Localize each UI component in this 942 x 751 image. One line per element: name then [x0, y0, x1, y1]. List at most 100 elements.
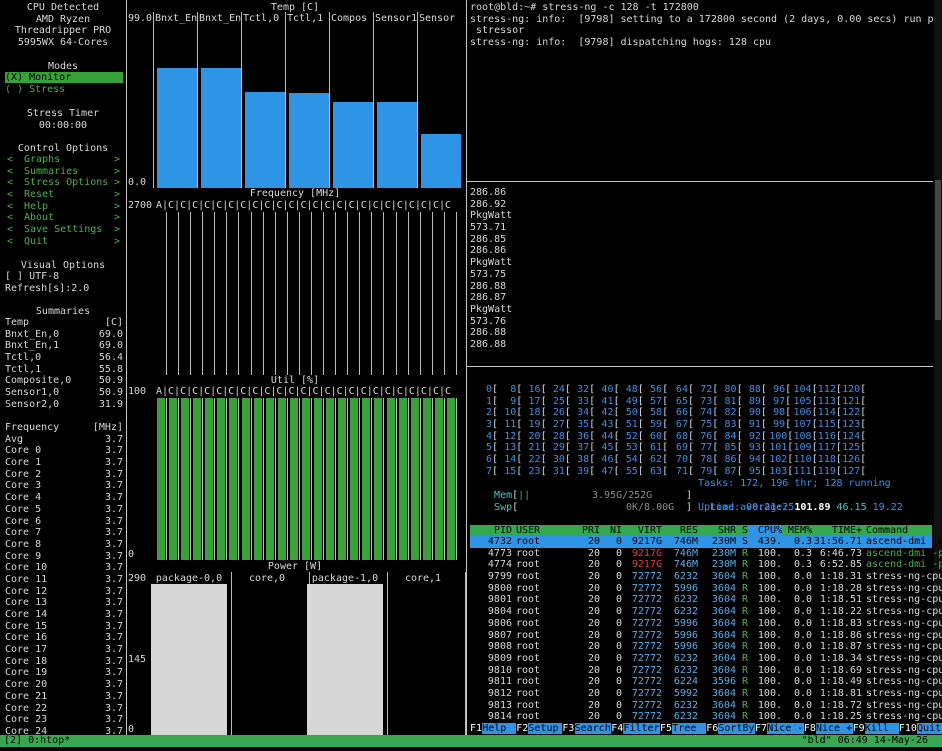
cpu-meter: 90[ [745, 407, 767, 419]
fkey-label[interactable]: Nice - [767, 723, 804, 734]
fkey-label[interactable]: SortBy [718, 723, 755, 734]
process-row[interactable]: 9804 root 20 0 72772 6232 3604 R 100. 0.0 1:18.22 s… [470, 606, 942, 618]
cpu-meter-number: 16 [528, 384, 541, 395]
cpu-meter-number: 62 [650, 454, 663, 466]
fkey-f3[interactable]: F3 [562, 723, 575, 734]
control-option-graphs[interactable]: < Graphs > [5, 154, 120, 166]
fkey-f8[interactable]: F8 [803, 723, 816, 734]
process-row[interactable]: 4773 root 20 0 9217G 746M 230M R 100. 0.3 6:46.73 a… [470, 548, 942, 560]
cpu-meter: 110[ [794, 454, 818, 466]
header-col-9[interactable]: MEM% [782, 525, 812, 537]
fkey-f1[interactable]: F1 [470, 723, 483, 734]
fkey-f7[interactable]: F7 [755, 723, 768, 734]
proc-col-7: R [741, 594, 748, 606]
utf8-checkbox[interactable]: [ ] UTF-8 [5, 271, 59, 282]
process-row[interactable]: 9800 root 20 0 72772 5996 3604 R 100. 0.0 1:18.28 s… [470, 582, 942, 595]
fkey-label[interactable]: Nice + [816, 723, 853, 734]
cpu-meter: 48[ [622, 384, 644, 396]
cpu-meter-number: 26 [552, 407, 565, 419]
control-option-help[interactable]: < Help > [5, 201, 120, 213]
header-col-3[interactable]: NI [600, 525, 622, 537]
fkey-label[interactable]: Help [482, 723, 517, 734]
control-option-reset[interactable]: < Reset > [5, 189, 120, 201]
proc-col-8: 100. [757, 641, 782, 653]
fkey-f5[interactable]: F5 [660, 723, 673, 734]
freq-col-divider [323, 212, 324, 375]
header-col-11[interactable]: Command [866, 525, 942, 537]
header-col-6[interactable]: SHR [698, 525, 736, 537]
power-log[interactable]: 286.86 286.92 PkgWatt 573.71 286.85 286.86 Pkg… [470, 187, 670, 351]
cpu-meter: 70[ [672, 454, 694, 466]
process-row[interactable]: 4732 root 20 0 9217G 746M 230M S 439. 0.3 31:56.71… [470, 536, 942, 548]
cpu-meter-bracket: [ [589, 395, 596, 407]
process-row[interactable]: 9808 root 20 0 72772 5996 3604 R 100. 0.0 1:18.87 s… [470, 641, 942, 653]
header-col-5[interactable]: RES [662, 525, 698, 537]
proc-col-1: root [516, 699, 541, 711]
cpu-meter: 85[ [721, 442, 743, 454]
process-row[interactable]: 9812 root 20 0 72772 5992 3604 R 100. 0.0 1:18.81 s… [470, 687, 942, 700]
process-row[interactable]: 9810 root 20 0 72772 6232 3604 R 100. 0.0 1:18.69 s… [470, 665, 942, 677]
fkey-label[interactable]: Tree [672, 723, 707, 734]
terminal-output[interactable]: root@bld:~# stress-ng -c 128 -t 172800st… [470, 2, 942, 49]
control-option-summaries[interactable]: < Summaries > [5, 166, 120, 178]
cpu-meter-number: 40 [601, 384, 614, 395]
header-col-0[interactable]: PID [470, 525, 512, 537]
fkey-label[interactable]: Quit [917, 723, 942, 734]
header-col-2[interactable]: PRI [562, 525, 600, 537]
control-option-about[interactable]: < About > [5, 212, 120, 224]
graphs-panel: Temp [C] 99.0 0.0 Bnxt_En Bnxt_En Tctl,0 Tc… [127, 0, 466, 735]
process-row[interactable]: 4774 root 20 0 9217G 746M 230M R 100. 0.3 6:52.85 a… [470, 559, 942, 571]
proc-col-10: 1:18.81 [819, 687, 862, 699]
fkey-f9[interactable]: F9 [852, 723, 865, 734]
fkey-f6[interactable]: F6 [706, 723, 719, 734]
cpu-meter: 6[ [476, 454, 498, 466]
cpu-meter-number: 87 [724, 465, 737, 477]
proc-col-4: 72772 [631, 606, 662, 618]
header-col-8[interactable]: CPU% [748, 525, 782, 537]
header-col-7[interactable]: S [736, 525, 748, 537]
fkey-label[interactable]: Setup [528, 723, 563, 734]
tmux-window-list[interactable]: [2] 0:htop* [4, 735, 70, 747]
fkey-label[interactable]: Filter [623, 723, 660, 734]
cpu-meter-number: 80 [724, 384, 737, 395]
mode-stress[interactable]: ( ) Stress [5, 84, 65, 95]
header-col-1[interactable]: USER [516, 525, 562, 537]
process-table-header[interactable]: PID USER PRI NI VIRT RES SHR S CPU% MEM% TIME+ Comm… [470, 525, 932, 537]
proc-col-11: stress-ng-cpu [866, 699, 942, 711]
process-row[interactable]: 9813 root 20 0 72772 6232 3604 R 100. 0.0 1:18.72 s… [470, 699, 942, 712]
cpu-meter-number: 17 [528, 395, 541, 407]
fkey-f2[interactable]: F2 [516, 723, 529, 734]
process-row[interactable]: 9801 root 20 0 72772 6232 3604 R 100. 0.0 1:18.51 s… [470, 594, 942, 606]
refresh-setting[interactable]: Refresh[s]:2.0 [5, 283, 89, 294]
fkey-f4[interactable]: F4 [611, 723, 624, 734]
scrollbar-thumb[interactable] [935, 180, 941, 320]
cpu-meter: 29[ [549, 442, 571, 454]
process-row[interactable]: 9799 root 20 0 72772 6232 3604 R 100. 0.0 1:18.31 s… [470, 571, 942, 583]
freq-summary-row-value: 3.7 [104, 503, 123, 515]
freq-summary-row-value: 3.7 [104, 445, 123, 457]
cpu-meter-number: 127 [842, 465, 861, 477]
header-col-4[interactable]: VIRT [622, 525, 662, 537]
cpu-meter: 126[ [842, 454, 866, 466]
cpu-meter-number: 97 [773, 395, 786, 407]
process-row[interactable]: 9811 root 20 0 72772 6224 3596 R 100. 0.0 1:18.49 s… [470, 676, 942, 688]
process-row[interactable]: 9814 root 20 0 72772 6232 3604 R 100. 0.0 1:18.25 s… [470, 711, 942, 723]
cpu-meter-bracket: [ [687, 454, 694, 466]
cpu-meter-bracket: [ [540, 384, 547, 395]
cpu-meter-number: 72 [700, 384, 713, 395]
control-option-stress-options[interactable]: < Stress Options > [5, 177, 120, 189]
fkey-label[interactable]: Search [574, 723, 612, 734]
cpu-meter-bracket: [ [540, 465, 547, 477]
control-option-save-settings[interactable]: < Save Settings > [5, 224, 120, 236]
process-row[interactable]: 9806 root 20 0 72772 5996 3604 R 100. 0.0 1:18.83 s… [470, 618, 942, 630]
control-option-quit[interactable]: < Quit > [5, 236, 120, 248]
mode-monitor[interactable]: (X) Monitor [5, 72, 123, 83]
proc-col-4: 72772 [631, 582, 662, 594]
freq-summary-row: Core 1 3.7 [5, 457, 123, 469]
fkey-f10[interactable]: F10 [898, 723, 917, 734]
freq-col-divider [456, 212, 457, 375]
fkey-label[interactable]: Kill [864, 723, 899, 734]
process-row[interactable]: 9809 root 20 0 72772 6232 3604 R 100. 0.0 1:18.34 s… [470, 653, 942, 665]
process-row[interactable]: 9807 root 20 0 72772 5996 3604 R 100. 0.0 1:18.86 s… [470, 630, 942, 642]
header-col-10[interactable]: TIME+ [812, 525, 862, 537]
